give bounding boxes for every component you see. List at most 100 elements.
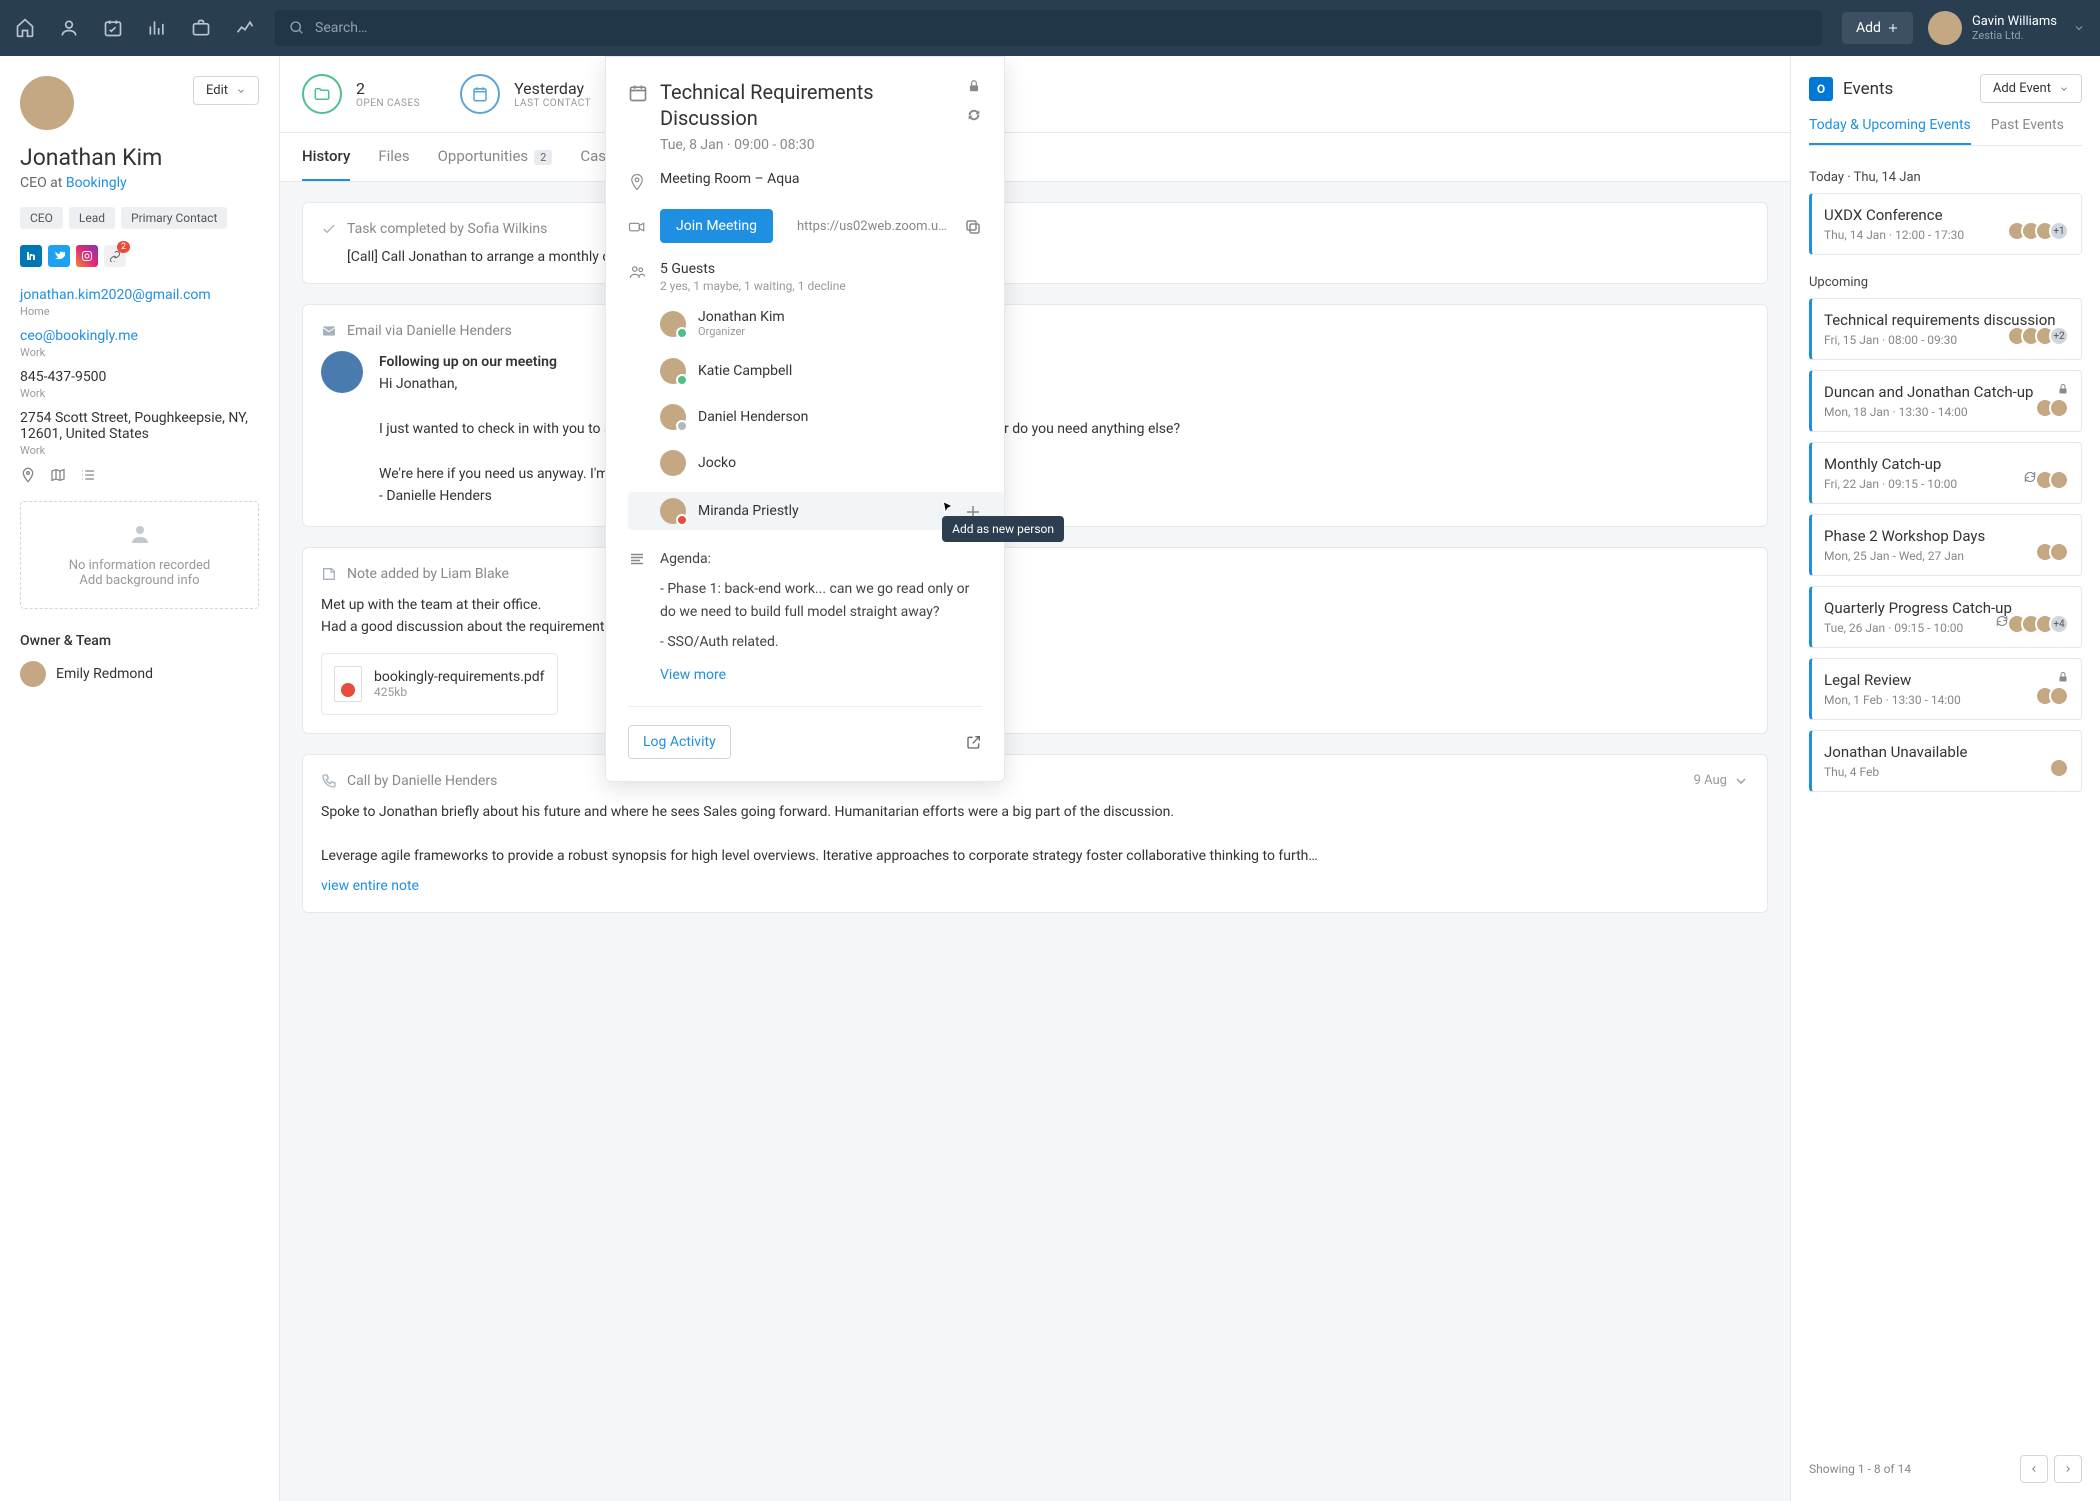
guest-item-hover: Miranda Priestly Add as new person	[628, 492, 1004, 530]
contact-title: CEO at Bookingly	[20, 175, 259, 191]
email-home[interactable]: jonathan.kim2020@gmail.com	[20, 287, 259, 303]
view-entire-note[interactable]: view entire note	[321, 878, 419, 894]
sender-avatar	[321, 351, 363, 393]
email-work[interactable]: ceo@bookingly.me	[20, 328, 259, 344]
background-info-box[interactable]: No information recorded Add background i…	[20, 501, 259, 609]
pager: Showing 1 - 8 of 14	[1809, 1441, 2082, 1483]
location-icon	[628, 173, 646, 191]
attachment[interactable]: bookingly-requirements.pdf425kb	[321, 653, 558, 715]
user-avatar	[1928, 11, 1962, 45]
social-links: 2	[20, 245, 259, 267]
video-icon	[628, 218, 646, 236]
refresh-icon[interactable]	[966, 107, 982, 123]
call-card: Call by Danielle Henders 9 Aug Spoke to …	[302, 754, 1768, 913]
address-label: Work	[20, 444, 259, 457]
list-icon[interactable]	[80, 467, 96, 483]
chevron-down-icon	[2073, 22, 2085, 34]
guest-avatar	[660, 404, 686, 430]
popup-datetime: Tue, 8 Jan · 09:00 - 08:30	[660, 137, 966, 153]
page-next-button[interactable]	[2054, 1455, 2082, 1483]
calendar-check-icon[interactable]	[103, 18, 123, 38]
event-card[interactable]: Legal Review Mon, 1 Feb · 13:30 - 14:00	[1809, 658, 2082, 720]
tab-history[interactable]: History	[302, 133, 350, 181]
event-card[interactable]: Monthly Catch-up Fri, 22 Jan · 09:15 - 1…	[1809, 442, 2082, 504]
user-menu[interactable]: Gavin Williams Zestia Ltd.	[1928, 11, 2085, 45]
email-work-label: Work	[20, 346, 259, 359]
guest-avatar	[660, 358, 686, 384]
calendar-icon	[628, 83, 648, 103]
folder-icon	[313, 85, 331, 103]
event-card[interactable]: Duncan and Jonathan Catch-up Mon, 18 Jan…	[1809, 370, 2082, 432]
task-body: [Call] Call Jonathan to arrange a monthl…	[347, 249, 1749, 265]
twitter-icon[interactable]	[48, 245, 70, 267]
meeting-url[interactable]: https://us02web.zoom.us/j/...	[797, 219, 950, 234]
add-button[interactable]: Add	[1842, 12, 1913, 44]
owner-name: Emily Redmond	[56, 666, 153, 682]
copy-icon[interactable]	[964, 218, 982, 236]
tag[interactable]: CEO	[20, 207, 63, 229]
open-external-icon[interactable]	[966, 734, 982, 750]
contact-name: Jonathan Kim	[20, 144, 259, 171]
event-card[interactable]: Technical requirements discussion Fri, 1…	[1809, 298, 2082, 360]
bars-icon[interactable]	[147, 18, 167, 38]
home-icon[interactable]	[15, 18, 35, 38]
join-meeting-button[interactable]: Join Meeting	[660, 209, 773, 243]
lock-icon	[2057, 671, 2069, 687]
check-icon	[321, 221, 337, 237]
mail-icon	[321, 323, 337, 339]
owner-row: Emily Redmond	[20, 661, 259, 687]
tab-upcoming[interactable]: Today & Upcoming Events	[1809, 117, 1971, 145]
page-prev-button[interactable]	[2020, 1455, 2048, 1483]
email-card: Email via Danielle Henders Following up …	[302, 304, 1768, 527]
lock-icon	[967, 79, 981, 93]
note-icon	[321, 566, 337, 582]
search-placeholder: Search…	[315, 20, 367, 36]
event-card[interactable]: Jonathan Unavailable Thu, 4 Feb	[1809, 730, 2082, 792]
events-sidebar: O Events Add Event Today & Upcoming Even…	[1790, 56, 2100, 1501]
tab-opportunities[interactable]: Opportunities2	[438, 133, 553, 181]
guest-avatar	[660, 450, 686, 476]
tab-past[interactable]: Past Events	[1991, 117, 2064, 145]
link-icon[interactable]: 2	[104, 245, 126, 267]
guests-count: 5 Guests	[660, 261, 982, 277]
log-activity-button[interactable]: Log Activity	[628, 725, 731, 759]
tag[interactable]: Primary Contact	[121, 207, 227, 229]
address: 2754 Scott Street, Poughkeepsie, NY, 126…	[20, 410, 259, 442]
calendar-icon	[471, 85, 489, 103]
feed-tabs: History Files Opportunities2 Cases1	[280, 133, 1790, 182]
company-link[interactable]: Bookingly	[66, 175, 127, 191]
view-more-link[interactable]: View more	[660, 664, 726, 686]
search-input[interactable]: Search…	[275, 10, 1822, 46]
activity-feed: 2OPEN CASES YesterdayLAST CONTACT Histor…	[280, 56, 1790, 1501]
event-card[interactable]: Quarterly Progress Catch-up Tue, 26 Jan …	[1809, 586, 2082, 648]
activity-icon[interactable]	[235, 18, 255, 38]
chevron-down-icon[interactable]	[1733, 773, 1749, 789]
add-event-button[interactable]: Add Event	[1980, 74, 2082, 103]
event-card[interactable]: UXDX Conference Thu, 14 Jan · 12:00 - 17…	[1809, 193, 2082, 255]
contact-sidebar: Edit Jonathan Kim CEO at Bookingly CEO L…	[0, 56, 280, 1501]
person-placeholder-icon	[128, 522, 152, 546]
linkedin-icon[interactable]	[20, 245, 42, 267]
last-contact-stat[interactable]: YesterdayLAST CONTACT	[460, 74, 591, 114]
instagram-icon[interactable]	[76, 245, 98, 267]
guest-item: Katie Campbell	[660, 354, 982, 388]
open-cases-stat[interactable]: 2OPEN CASES	[302, 74, 420, 114]
tooltip: Add as new person	[942, 516, 1064, 542]
note-card: Note added by Liam Blake Met up with the…	[302, 547, 1768, 734]
owner-header: Owner & Team	[20, 633, 259, 649]
guest-item: Jocko	[660, 446, 982, 480]
outlook-icon: O	[1809, 77, 1833, 101]
event-card[interactable]: Phase 2 Workshop Days Mon, 25 Jan - Wed,…	[1809, 514, 2082, 576]
person-icon[interactable]	[59, 18, 79, 38]
map-icon[interactable]	[50, 467, 66, 483]
lock-icon	[2057, 383, 2069, 399]
link-badge: 2	[117, 241, 130, 253]
nav-icons	[15, 18, 255, 38]
tab-files[interactable]: Files	[378, 133, 409, 181]
edit-button[interactable]: Edit	[193, 76, 259, 105]
tag[interactable]: Lead	[69, 207, 115, 229]
pin-icon[interactable]	[20, 467, 36, 483]
phone: 845-437-9500	[20, 369, 259, 385]
topbar: Search… Add Gavin Williams Zestia Ltd.	[0, 0, 2100, 56]
briefcase-icon[interactable]	[191, 18, 211, 38]
